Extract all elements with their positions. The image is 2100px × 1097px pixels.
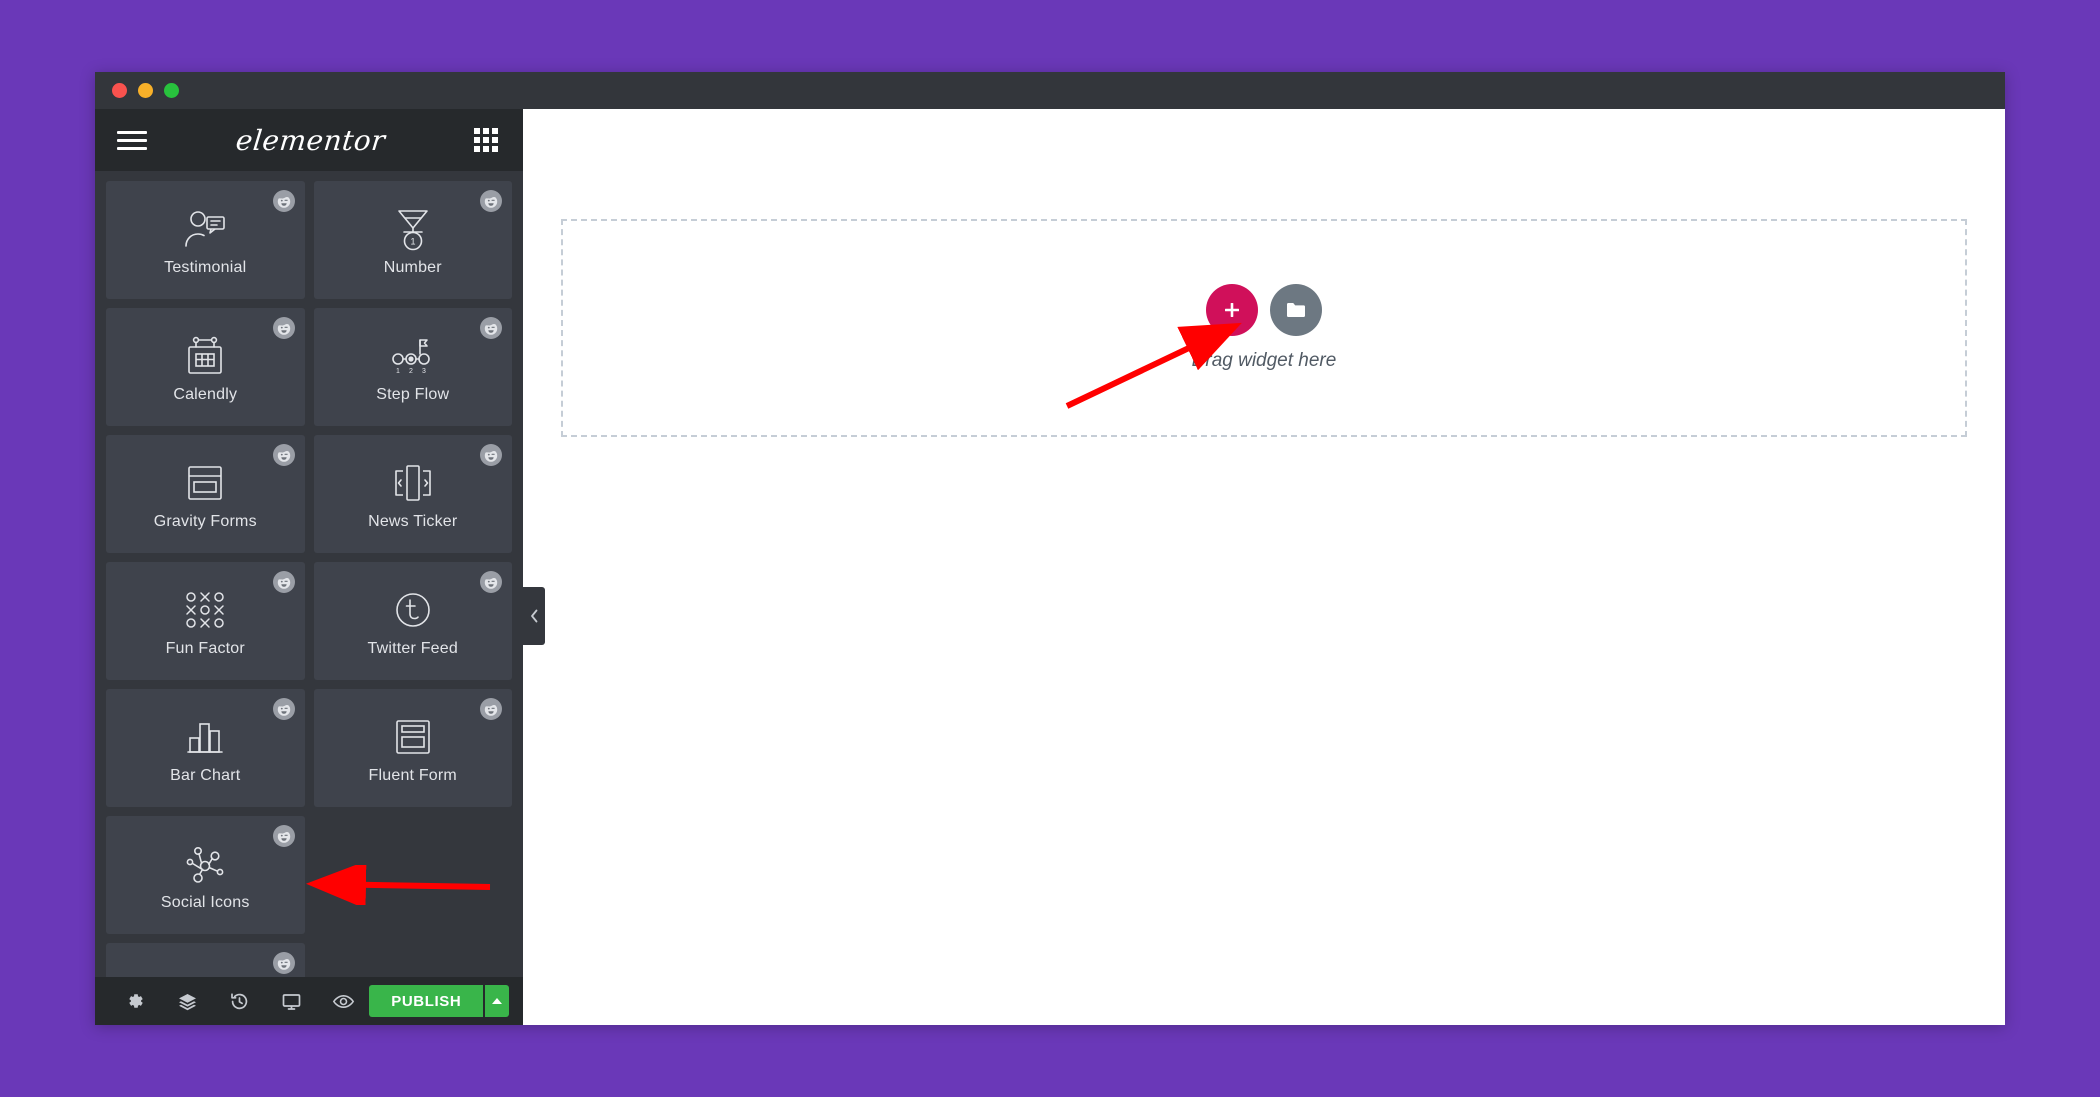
step-flow-icon: 1 2 3 — [389, 330, 437, 382]
window-minimize-button[interactable] — [138, 83, 153, 98]
widget-label: Testimonial — [164, 259, 247, 276]
widget-card-social-icons[interactable]: Social Icons — [106, 816, 305, 934]
widget-card-gravity-forms[interactable]: Gravity Forms — [106, 435, 305, 553]
history-clock-icon[interactable] — [213, 991, 265, 1012]
widget-grid-empty-slot — [314, 816, 513, 934]
widget-card-number[interactable]: 1 Number — [313, 181, 512, 299]
widgets-grid-icon[interactable] — [474, 128, 498, 152]
layers-icon[interactable] — [161, 991, 213, 1012]
svg-text:2: 2 — [409, 368, 413, 375]
happy-face-badge-icon — [272, 698, 295, 720]
widget-label: Social Icons — [160, 894, 250, 911]
happy-face-badge-icon — [272, 444, 295, 466]
dropzone-buttons — [1206, 284, 1322, 336]
widget-list-scroll[interactable]: Testimonial 1 Number Calendly 1 2 3 Step… — [95, 171, 523, 977]
widget-card-fun-factor[interactable]: Fun Factor — [106, 562, 305, 680]
widget-card-partial-next[interactable] — [106, 943, 305, 977]
widget-label: Twitter Feed — [367, 640, 458, 657]
browser-window: elementor Testimonial 1 Number Calendly … — [95, 72, 2005, 1025]
calendar-icon — [183, 330, 227, 382]
happy-face-badge-icon — [480, 698, 502, 720]
twitter-circle-icon — [392, 584, 434, 636]
widget-label: Bar Chart — [170, 767, 241, 784]
widget-label: News Ticker — [368, 513, 458, 530]
elementor-panel: elementor Testimonial 1 Number Calendly … — [95, 109, 523, 1025]
window-titlebar — [95, 72, 2005, 109]
widget-label: Calendly — [173, 386, 238, 403]
widget-card-bar-chart[interactable]: Bar Chart — [106, 689, 305, 807]
folder-icon[interactable] — [1270, 284, 1322, 336]
happy-face-badge-icon — [272, 952, 295, 974]
widget-label: Fluent Form — [368, 767, 457, 784]
widget-label: Gravity Forms — [153, 513, 257, 530]
happy-face-badge-icon — [480, 444, 502, 466]
panel-header: elementor — [95, 109, 523, 171]
news-ticker-icon — [390, 457, 436, 509]
publish-button-group: PUBLISH — [369, 985, 510, 1017]
panel-collapse-handle[interactable] — [523, 587, 545, 645]
svg-text:1: 1 — [410, 237, 415, 247]
panel-footer-toolbar: PUBLISH — [95, 977, 523, 1025]
widget-card-news-ticker[interactable]: News Ticker — [313, 435, 512, 553]
dropzone-label: Drag widget here — [1191, 350, 1337, 371]
network-nodes-icon — [182, 838, 228, 890]
widget-grid: Testimonial 1 Number Calendly 1 2 3 Step… — [106, 181, 512, 977]
testimonial-icon — [182, 203, 228, 255]
widget-label: Step Flow — [376, 386, 450, 403]
form-layout-icon — [183, 457, 227, 509]
svg-text:3: 3 — [422, 368, 426, 375]
happy-face-badge-icon — [272, 571, 295, 593]
happy-face-badge-icon — [480, 317, 502, 339]
caret-up-icon[interactable] — [483, 985, 510, 1017]
editor-canvas[interactable]: Drag widget here — [523, 109, 2005, 1025]
gear-icon[interactable] — [109, 991, 161, 1011]
widget-dropzone[interactable]: Drag widget here — [561, 219, 1967, 437]
widget-card-step-flow[interactable]: 1 2 3 Step Flow — [313, 308, 512, 426]
form-layout-icon — [391, 711, 435, 763]
window-maximize-button[interactable] — [164, 83, 179, 98]
widget-card-calendly[interactable]: Calendly — [106, 308, 305, 426]
plus-icon[interactable] — [1206, 284, 1258, 336]
hamburger-icon[interactable] — [117, 130, 147, 150]
medal-number-icon: 1 — [392, 203, 434, 255]
window-close-button[interactable] — [112, 83, 127, 98]
widget-card-fluent-form[interactable]: Fluent Form — [313, 689, 512, 807]
window-body: elementor Testimonial 1 Number Calendly … — [95, 109, 2005, 1025]
happy-face-badge-icon — [480, 571, 502, 593]
happy-face-badge-icon — [272, 317, 295, 339]
widget-label: Number — [383, 259, 442, 276]
bar-chart-icon — [183, 711, 227, 763]
publish-button[interactable]: PUBLISH — [369, 985, 484, 1017]
widget-label: Fun Factor — [165, 640, 245, 657]
eye-icon[interactable] — [317, 991, 369, 1012]
happy-face-badge-icon — [480, 190, 502, 212]
svg-text:1: 1 — [396, 368, 400, 375]
monitor-icon[interactable] — [265, 991, 317, 1012]
tic-tac-toe-icon — [182, 584, 228, 636]
widget-card-testimonial[interactable]: Testimonial — [106, 181, 305, 299]
happy-face-badge-icon — [272, 825, 295, 847]
network-nodes-icon — [182, 974, 228, 977]
elementor-logo: elementor — [234, 123, 387, 157]
happy-face-badge-icon — [272, 190, 295, 212]
widget-card-twitter-feed[interactable]: Twitter Feed — [313, 562, 512, 680]
